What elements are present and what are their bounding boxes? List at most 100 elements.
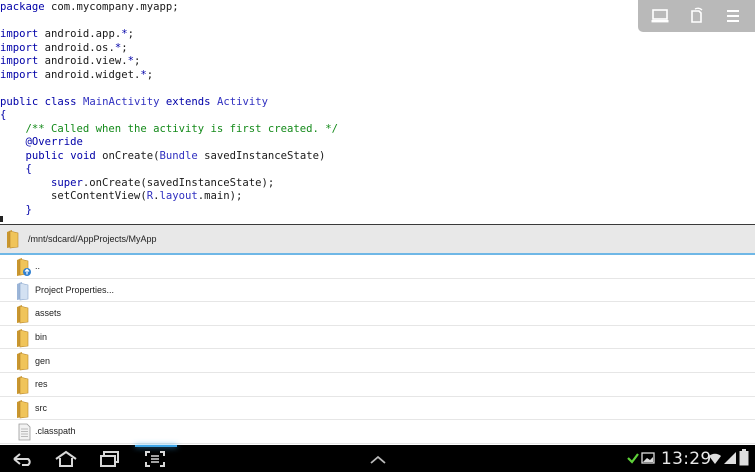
wifi-icon [709,453,721,464]
file-name: src [35,402,47,413]
code-line[interactable]: import android.app.*; [0,28,134,42]
screenshot-highlight [135,445,177,447]
code-line[interactable]: import android.view.*; [0,55,140,69]
menu-icon [726,10,739,22]
app-menu-button[interactable] [361,448,395,470]
file-browser-header: /mnt/sdcard/AppProjects/MyApp [0,224,755,255]
editor-gutter-marker [0,216,3,222]
code-token: import [0,41,39,54]
code-line[interactable]: { [0,163,32,177]
home-icon [55,450,77,467]
file-list: .. Project Properties... assets bin gen res sr… [0,255,755,445]
file-name: bin [35,332,48,343]
folder-icon [14,399,34,419]
code-line[interactable]: public class MainActivity extends Activi… [0,96,268,110]
folder-icon [14,304,34,324]
back-icon [13,453,31,466]
file-list-item[interactable]: Project Properties... [0,279,755,303]
code-line[interactable]: package com.mycompany.myapp; [0,1,179,15]
code-token: MainActivity [82,95,160,108]
code-token: onCreate( [95,149,160,162]
code-line[interactable]: setContentView(R.layout.main); [0,190,242,204]
recent-apps-icon [100,451,119,467]
code-line[interactable]: @Override [0,136,83,150]
code-token: import [0,28,39,40]
code-token: android.widget. [38,68,141,81]
code-token: public [25,149,64,162]
check-icon [627,453,639,464]
code-token: { [0,109,7,121]
file-name: Project Properties... [35,284,115,295]
file-list-item[interactable]: res [0,373,755,397]
code-token: /** Called when the activity is first cr… [25,122,339,135]
battery-icon [739,449,749,466]
screenshot-button[interactable] [138,448,172,470]
code-token: @Override [25,136,83,148]
folder-up-icon [14,257,34,277]
file-list-item[interactable]: .classpath [0,420,755,444]
code-token: ; [121,41,128,54]
file-name: assets [35,308,62,319]
code-token: { [25,163,32,175]
file-name: .classpath [35,426,76,437]
code-token: class [44,95,77,108]
code-line[interactable]: public void onCreate(Bundle savedInstanc… [0,149,326,164]
file-list-item[interactable]: bin [0,326,755,350]
code-token: package [0,1,45,13]
system-bar: 13:29 [0,445,755,472]
code-token: savedInstanceState) [197,149,326,162]
folder-icon [14,328,34,348]
code-line[interactable]: import android.os.*; [0,42,128,56]
code-token: android.view. [38,55,128,67]
code-line[interactable]: { [0,109,6,123]
file-list-item[interactable]: .. [0,255,755,279]
rotate-button[interactable] [682,2,710,30]
code-token: public [0,95,39,108]
code-line[interactable]: } [0,204,32,218]
code-token: Bundle [159,149,198,162]
file-name: .. [35,261,41,272]
code-line[interactable]: import android.widget.*; [0,69,153,83]
code-line[interactable]: super.onCreate(savedInstanceState); [0,177,274,191]
current-path: /mnt/sdcard/AppProjects/MyApp [28,234,157,244]
code-token: setContentView( [0,190,147,202]
code-token: ; [146,68,154,81]
home-button[interactable] [49,448,83,470]
back-button[interactable] [6,448,40,470]
code-token: .main); [197,190,243,202]
code-token: ; [133,55,141,67]
clock: 13:29 [661,449,712,469]
project-properties-icon [14,281,34,301]
code-token: ; [127,28,134,40]
file-list-item[interactable]: assets [0,302,755,326]
code-token: super [51,176,83,189]
keyboard-button[interactable] [646,2,674,30]
code-token: } [25,203,32,216]
code-token: android.app. [38,28,122,40]
code-token: layout [159,190,198,202]
file-name: res [35,379,48,390]
floating-toolbar [638,0,755,32]
code-line[interactable]: /** Called when the activity is first cr… [0,122,339,137]
code-token: com.mycompany.myapp; [44,1,179,13]
chevron-up-icon [370,455,386,464]
code-editor[interactable]: package com.mycompany.myapp; import andro… [0,0,755,224]
menu-button[interactable] [719,2,747,30]
folder-icon [14,351,34,371]
image-notification-icon [641,452,655,464]
file-icon [14,422,34,442]
recent-apps-button[interactable] [93,448,127,470]
signal-icon [724,452,736,464]
code-token: extends [165,95,211,108]
file-list-item[interactable]: src [0,397,755,421]
code-token: android.os. [38,41,115,54]
keyboard-icon [651,9,669,23]
file-list-item[interactable]: gen [0,349,755,373]
rotate-icon [691,7,703,23]
